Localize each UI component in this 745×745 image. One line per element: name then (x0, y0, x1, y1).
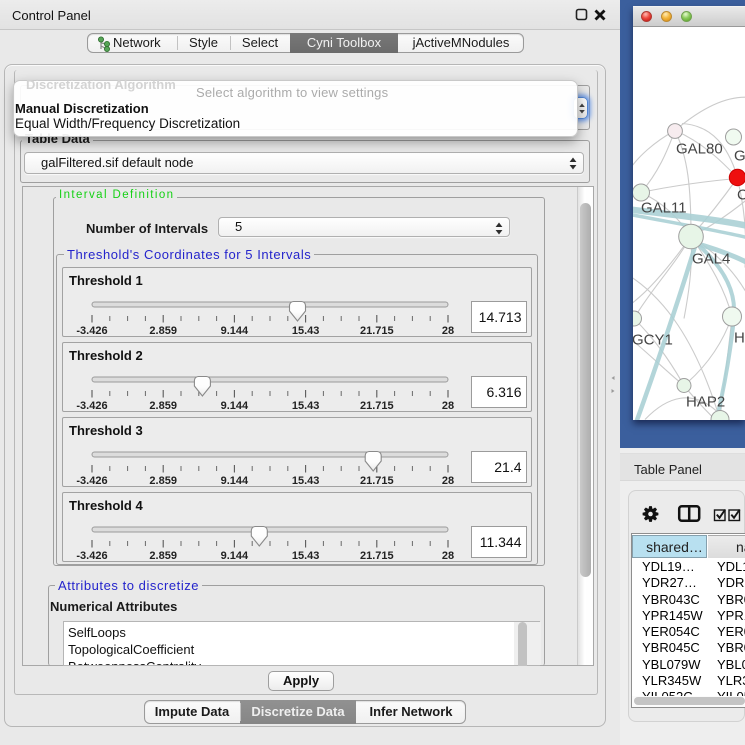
svg-text:GAL4: GAL4 (692, 251, 730, 268)
svg-text:C: C (737, 187, 745, 204)
svg-text:HAP2: HAP2 (686, 394, 725, 411)
svg-text:GAL11: GAL11 (641, 200, 687, 217)
svg-text:GAL80: GAL80 (676, 141, 723, 158)
svg-text:GCY1: GCY1 (633, 332, 673, 349)
svg-text:G.: G. (734, 148, 745, 165)
svg-text:H: H (734, 330, 745, 347)
